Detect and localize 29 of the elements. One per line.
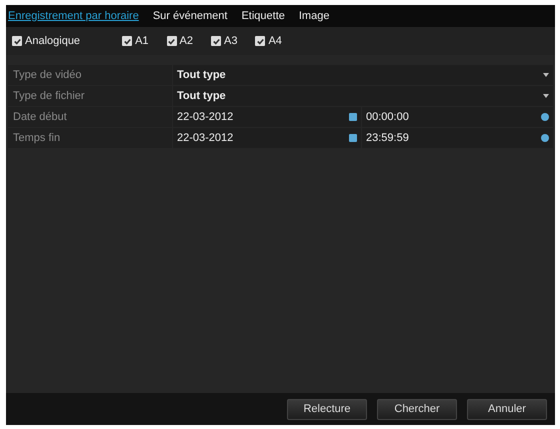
checkbox-label: A3 bbox=[224, 35, 238, 47]
checkbox-label: A1 bbox=[135, 35, 149, 47]
date-field[interactable]: 22-03-2012 bbox=[173, 128, 361, 148]
tab[interactable]: Sur événement bbox=[152, 10, 228, 22]
checkbox-label: A4 bbox=[268, 35, 282, 47]
dropdown[interactable]: Tout type bbox=[173, 65, 553, 85]
checkbox-label: Analogique bbox=[25, 35, 80, 47]
action-button[interactable]: Relecture bbox=[287, 398, 367, 420]
tab[interactable]: Etiquette bbox=[241, 10, 285, 22]
date-field[interactable]: 22-03-2012 bbox=[173, 107, 361, 127]
checkbox[interactable] bbox=[12, 36, 22, 46]
checkbox-label: A2 bbox=[180, 35, 193, 47]
checkbox[interactable] bbox=[122, 36, 132, 46]
caret-icon bbox=[543, 94, 549, 98]
field-label: Type de fichier bbox=[8, 86, 172, 106]
caret-icon bbox=[543, 73, 549, 77]
checkbox[interactable] bbox=[255, 36, 266, 46]
action-button[interactable]: Chercher bbox=[377, 398, 457, 420]
field-label: Temps fin bbox=[8, 128, 172, 148]
action-button[interactable]: Annuler bbox=[467, 398, 547, 420]
checkbox[interactable] bbox=[166, 36, 177, 46]
tab[interactable]: Enregistrement par horaire bbox=[8, 10, 139, 22]
checkbox[interactable] bbox=[211, 36, 221, 46]
time-field[interactable]: 00:00:00 bbox=[362, 107, 553, 127]
field-label: Type de vidéo bbox=[8, 65, 172, 85]
dropdown[interactable]: Tout type bbox=[173, 86, 553, 106]
time-field[interactable]: 23:59:59 bbox=[362, 128, 553, 148]
field-label: Date début bbox=[8, 107, 172, 127]
tab[interactable]: Image bbox=[298, 10, 330, 22]
